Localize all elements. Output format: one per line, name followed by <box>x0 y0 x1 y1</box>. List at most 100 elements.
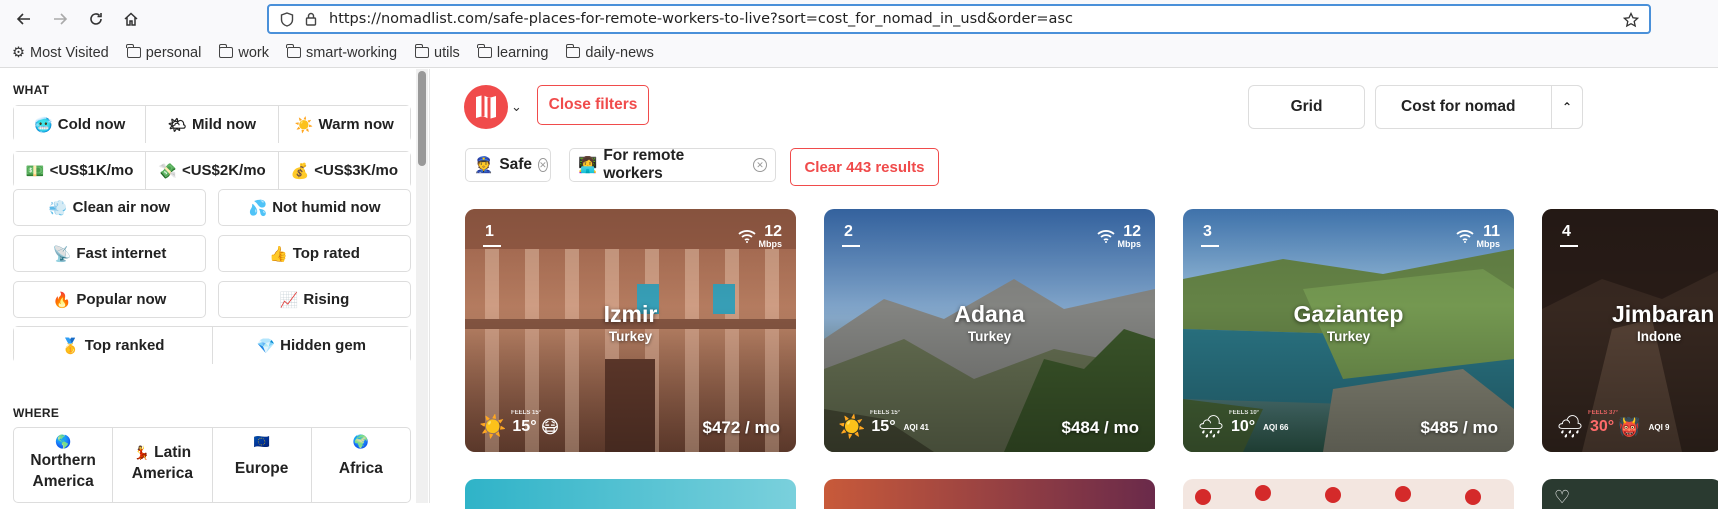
air-filter-row: 💨 Clean air now 💦 Not humid now <box>13 189 411 226</box>
bookmark-folder-daily-news[interactable]: daily-news <box>565 44 654 61</box>
internet-speed: 12 Mbps <box>1118 223 1142 249</box>
police-icon: 👮 <box>474 156 494 174</box>
filter-not-humid-now[interactable]: 💦 Not humid now <box>218 189 411 226</box>
browser-toolbar: https://nomadlist.com/safe-places-for-re… <box>0 0 1718 38</box>
bookmark-folder-smart-working[interactable]: smart-working <box>286 44 397 61</box>
region-label: Europe <box>234 460 289 477</box>
sidebar-scrollbar[interactable] <box>418 71 426 166</box>
sort-order-toggle[interactable]: ⌃ <box>1551 85 1583 129</box>
filter-fast-internet[interactable]: 📡 Fast internet <box>13 235 206 272</box>
filter-chip-remote-workers[interactable]: 👩‍💻 For remote workers ✕ <box>569 147 776 182</box>
city-card-5[interactable] <box>465 479 796 509</box>
chevron-up-icon: ⌃ <box>1561 100 1573 114</box>
main-content: ⌄ Close filters Grid Cost for nomad ⌃ 👮 … <box>431 69 1718 509</box>
city-name: Gaziantep <box>1293 301 1404 327</box>
feels-like: FEELS 15° <box>870 410 901 416</box>
lock-icon[interactable] <box>299 7 323 31</box>
forward-icon[interactable] <box>44 3 76 35</box>
mild-icon: 🌤 <box>167 116 187 134</box>
filter-label: <US$2K/mo <box>181 162 266 179</box>
folder-icon <box>286 44 301 58</box>
speed-value: 12 <box>1123 223 1141 240</box>
gear-icon: ⚙ <box>12 44 25 61</box>
reload-icon[interactable] <box>80 3 112 35</box>
sort-label: Cost for nomad <box>1401 98 1516 115</box>
back-icon[interactable] <box>8 3 40 35</box>
region-northern-america[interactable]: 🌎 Northern America <box>14 428 114 502</box>
filter-under-2k[interactable]: 💸 <US$2K/mo <box>146 152 279 189</box>
filter-label: <US$3K/mo <box>314 162 399 179</box>
satellite-icon: 📡 <box>52 245 72 263</box>
close-filters-button[interactable]: Close filters <box>537 85 649 125</box>
filter-label: Clean air now <box>72 199 171 216</box>
city-card-adana[interactable]: 2 12 Mbps Adana Turkey ☀️ FEELS 15° 15° A… <box>824 209 1155 452</box>
bookmark-folder-work[interactable]: work <box>218 44 269 61</box>
region-label: Northern America <box>30 452 96 490</box>
bookmarks-bar: ⚙ Most Visited personal work smart-worki… <box>0 38 1718 68</box>
bookmark-star-icon[interactable] <box>1619 8 1643 32</box>
what-section-label: WHAT <box>13 83 50 97</box>
filter-under-3k[interactable]: 💰 <US$3K/mo <box>278 152 410 189</box>
country-name: Indone <box>1637 329 1682 344</box>
city-card-gaziantep[interactable]: 3 11 Mbps Gaziantep Turkey 🌧 FEELS 10° 10… <box>1183 209 1514 452</box>
city-card-6[interactable] <box>824 479 1155 509</box>
city-name: Adana <box>954 301 1025 327</box>
card-rank: 4 <box>1560 223 1578 247</box>
fire-icon: 🔥 <box>52 291 72 309</box>
card-rank: 3 <box>1201 223 1219 247</box>
filter-chip-safe[interactable]: 👮 Safe ✕ <box>465 148 551 182</box>
city-card-izmir[interactable]: 1 12 Mbps Izmir Turkey ☀️ FEELS 15° 15° 😷… <box>465 209 796 452</box>
filter-mild-now[interactable]: 🌤 Mild now <box>146 106 279 143</box>
bookmark-most-visited[interactable]: ⚙ Most Visited <box>12 45 109 61</box>
remove-chip-icon[interactable]: ✕ <box>538 158 548 172</box>
temperature-filter-row: 🥶 Cold now 🌤 Mild now ☀️ Warm now <box>13 105 411 143</box>
bookmark-label: personal <box>145 44 202 61</box>
shield-icon[interactable] <box>275 7 299 31</box>
city-card-jimbaran[interactable]: 4 Jimbaran Indone 🌧 FEELS 37° 30° 👹 AQI … <box>1542 209 1718 452</box>
filter-label: Rising <box>303 291 350 308</box>
ogre-icon: 👹 <box>1618 416 1641 437</box>
region-latin-america[interactable]: 💃 Latin America <box>113 428 213 502</box>
remove-chip-icon[interactable]: ✕ <box>753 158 767 172</box>
filter-rising[interactable]: 📈 Rising <box>218 281 411 318</box>
speed-unit: Mbps <box>758 239 783 249</box>
filter-top-rated[interactable]: 👍 Top rated <box>218 235 411 272</box>
filter-label: Popular now <box>76 291 167 308</box>
monthly-cost: $484 / mo <box>1061 418 1140 437</box>
bookmark-folder-personal[interactable]: personal <box>126 44 202 61</box>
rain-cloud-icon: 🌧 <box>1556 414 1584 439</box>
filter-cold-now[interactable]: 🥶 Cold now <box>14 106 147 143</box>
heart-icon[interactable]: ♡ <box>1554 487 1570 508</box>
where-section-label: WHERE <box>13 406 60 420</box>
filter-under-1k[interactable]: 💵 <US$1K/mo <box>14 152 147 189</box>
filter-warm-now[interactable]: ☀️ Warm now <box>278 106 410 143</box>
nomadlist-logo[interactable] <box>464 85 508 129</box>
grid-view-button[interactable]: Grid <box>1248 85 1365 129</box>
feels-like: FEELS 37° <box>1588 410 1619 416</box>
card-rank: 2 <box>842 223 860 247</box>
bookmark-folder-utils[interactable]: utils <box>414 44 460 61</box>
filter-popular-now[interactable]: 🔥 Popular now <box>13 281 206 318</box>
wifi-icon <box>738 229 756 246</box>
filter-label: Warm now <box>318 116 394 133</box>
budget-filter-row: 💵 <US$1K/mo 💸 <US$2K/mo 💰 <US$3K/mo <box>13 151 411 189</box>
clear-results-button[interactable]: Clear 443 results <box>790 148 939 186</box>
country-name: Turkey <box>967 329 1012 344</box>
filter-hidden-gem[interactable]: 💎 Hidden gem <box>212 327 410 364</box>
url-text[interactable]: https://nomadlist.com/safe-places-for-re… <box>329 11 1073 27</box>
bookmark-folder-learning[interactable]: learning <box>477 44 548 61</box>
filter-clean-air-now[interactable]: 💨 Clean air now <box>13 189 206 226</box>
city-card-7[interactable] <box>1183 479 1514 509</box>
filter-top-ranked[interactable]: 🥇 Top ranked <box>14 327 213 364</box>
filter-label: <US$1K/mo <box>49 162 134 179</box>
chevron-down-icon[interactable]: ⌄ <box>511 99 522 115</box>
city-card-8[interactable]: ♡ <box>1542 479 1718 509</box>
region-europe[interactable]: 🇪🇺 Europe <box>213 428 312 502</box>
home-icon[interactable] <box>115 3 147 35</box>
region-africa[interactable]: 🌍 Africa <box>312 428 410 502</box>
url-bar[interactable]: https://nomadlist.com/safe-places-for-re… <box>267 4 1651 34</box>
filter-label: Mild now <box>191 116 257 133</box>
region-label: Africa <box>338 460 383 477</box>
money-icon: 💵 <box>25 162 45 180</box>
wifi-icon <box>1456 229 1474 246</box>
